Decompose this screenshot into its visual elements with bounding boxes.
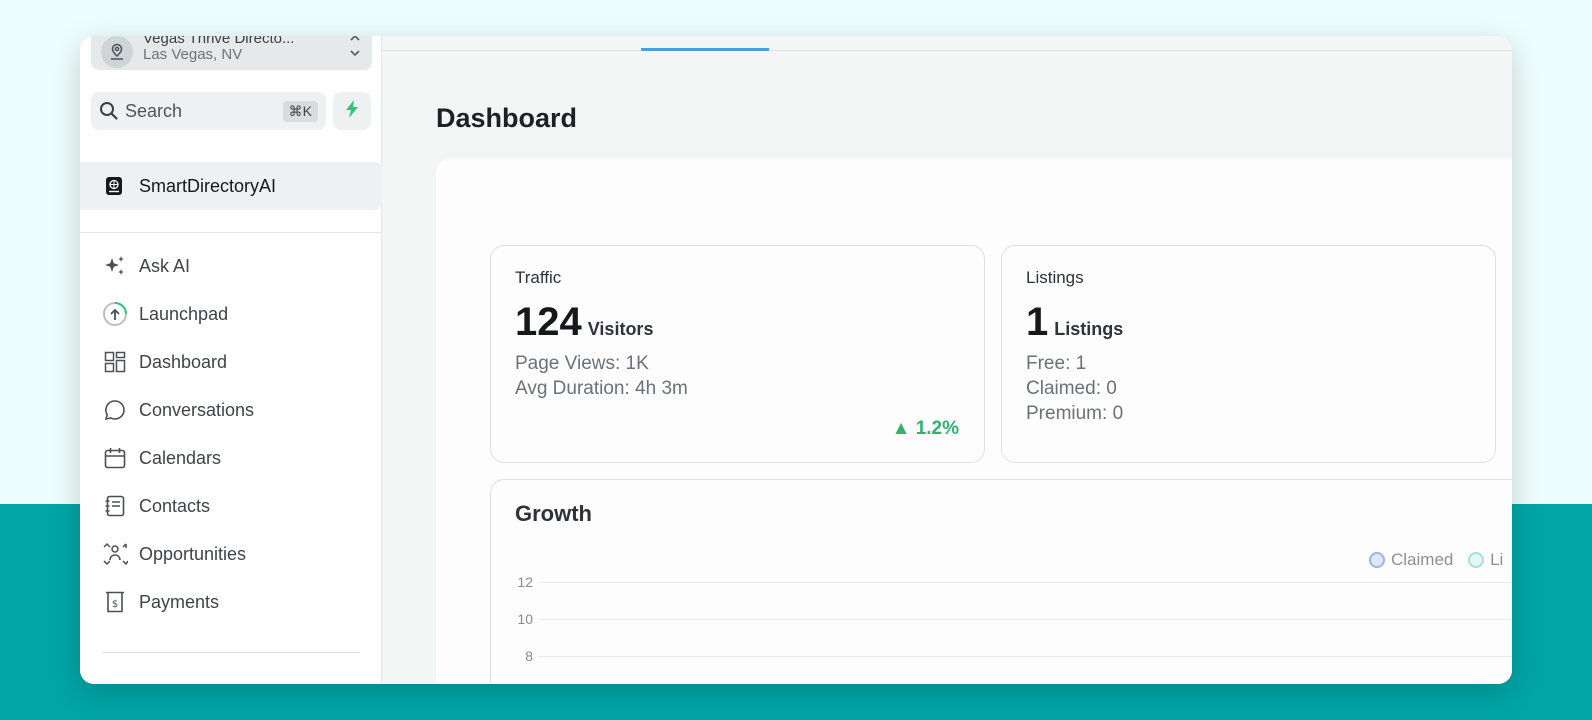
chat-bubble-icon (102, 397, 128, 423)
search-label: Search (125, 101, 183, 121)
sidebar-item-launchpad[interactable]: Launchpad (80, 290, 382, 338)
app-window: Vegas Thrive Directo... Las Vegas, NV Se… (80, 36, 1512, 684)
sidebar-item-label: Ask AI (139, 256, 191, 276)
search-icon (99, 101, 119, 126)
sparkles-icon (102, 253, 128, 279)
listings-value: 1 (1026, 300, 1049, 344)
legend-dot (1468, 552, 1485, 568)
sidebar: Vegas Thrive Directo... Las Vegas, NV Se… (80, 36, 382, 684)
svg-text:$: $ (112, 599, 118, 610)
tab-bar (382, 50, 1512, 51)
chart-legend: Claimed Li (1369, 550, 1512, 573)
sidebar-item-conversations[interactable]: Conversations (80, 386, 382, 434)
legend-item-claimed[interactable]: Claimed (1369, 550, 1453, 570)
sidebar-nav: Ask AI Launchpad Dashboard Conversations (80, 242, 382, 626)
y-axis-tick: 8 (525, 648, 533, 664)
growth-title: Growth (515, 501, 592, 526)
sidebar-item-label: Payments (139, 592, 220, 612)
sidebar-item-smartdirectoryai[interactable]: SmartDirectoryAI (80, 162, 382, 210)
traffic-value: 124 (515, 300, 582, 344)
traffic-value-row: 124 Visitors (515, 300, 653, 345)
page-title: Dashboard (436, 103, 578, 133)
traffic-card[interactable]: Traffic 124 Visitors Page Views: 1K Avg D… (490, 245, 985, 463)
sidebar-item-payments[interactable]: $ Payments (80, 578, 382, 626)
sidebar-item-label: Opportunities (139, 544, 247, 564)
grid-line (539, 582, 1512, 583)
card-title: Traffic (515, 268, 562, 287)
location-pin-icon (101, 36, 133, 68)
listings-unit: Listings (1054, 319, 1124, 339)
calendar-icon (102, 445, 128, 471)
avg-duration-stat: Avg Duration: 4h 3m (515, 378, 688, 399)
search-shortcut-badge: ⌘K (282, 101, 318, 122)
sidebar-item-label: Dashboard (139, 352, 228, 372)
main-content: Dashboard Traffic 124 Visitors Page Views… (382, 36, 1512, 684)
sidebar-item-label: Conversations (139, 400, 255, 420)
page-views-stat: Page Views: 1K (515, 353, 649, 374)
quick-action-button[interactable] (333, 92, 371, 130)
active-tab-indicator[interactable] (641, 48, 769, 51)
location-switcher[interactable]: Vegas Thrive Directo... Las Vegas, NV (91, 36, 372, 70)
listings-value-row: 1 Listings (1026, 300, 1123, 345)
y-axis-tick: 12 (517, 574, 533, 590)
search-bar[interactable]: Search ⌘K (91, 92, 326, 130)
lightning-icon (343, 99, 361, 124)
location-city: Las Vegas, NV (143, 46, 243, 63)
sidebar-item-contacts[interactable]: Contacts (80, 482, 382, 530)
opportunities-icon (102, 541, 128, 567)
chevron-up-down-icon (348, 36, 362, 66)
card-title: Listings (1026, 268, 1084, 287)
y-axis-tick: 10 (517, 611, 533, 627)
directory-book-icon (104, 176, 124, 201)
grid-line (539, 619, 1512, 620)
legend-label: Claimed (1391, 550, 1454, 569)
payments-icon: $ (102, 589, 128, 615)
sidebar-item-dashboard[interactable]: Dashboard (80, 338, 382, 386)
sidebar-item-label: Launchpad (139, 304, 229, 324)
grid-line (539, 656, 1512, 657)
listings-card[interactable]: Listings 1 Listings Free: 1 Claimed: 0 Pr… (1001, 245, 1496, 463)
sidebar-divider (80, 232, 382, 233)
legend-item-listings[interactable]: Li (1468, 550, 1503, 570)
launchpad-icon (102, 301, 128, 327)
legend-dot (1369, 552, 1385, 568)
free-listings-stat: Free: 1 (1026, 353, 1087, 374)
sidebar-divider (102, 652, 360, 653)
sidebar-item-label: Calendars (139, 448, 222, 468)
sidebar-item-label: SmartDirectoryAI (139, 176, 277, 196)
sidebar-item-calendars[interactable]: Calendars (80, 434, 382, 482)
contacts-book-icon (102, 493, 128, 519)
legend-label: Li (1490, 550, 1504, 569)
premium-listings-stat: Premium: 0 (1026, 403, 1124, 424)
trend-up-badge: ▲ 1.2% (891, 418, 959, 439)
growth-card: Growth Claimed Li 12 10 8 (490, 479, 1512, 684)
dashboard-panel: Traffic 124 Visitors Page Views: 1K Avg D… (436, 159, 1512, 684)
claimed-listings-stat: Claimed: 0 (1026, 378, 1117, 399)
sidebar-item-opportunities[interactable]: Opportunities (80, 530, 382, 578)
dashboard-grid-icon (102, 349, 128, 375)
sidebar-item-ask-ai[interactable]: Ask AI (80, 242, 382, 290)
sidebar-item-label: Contacts (139, 496, 211, 516)
traffic-unit: Visitors (587, 319, 654, 339)
